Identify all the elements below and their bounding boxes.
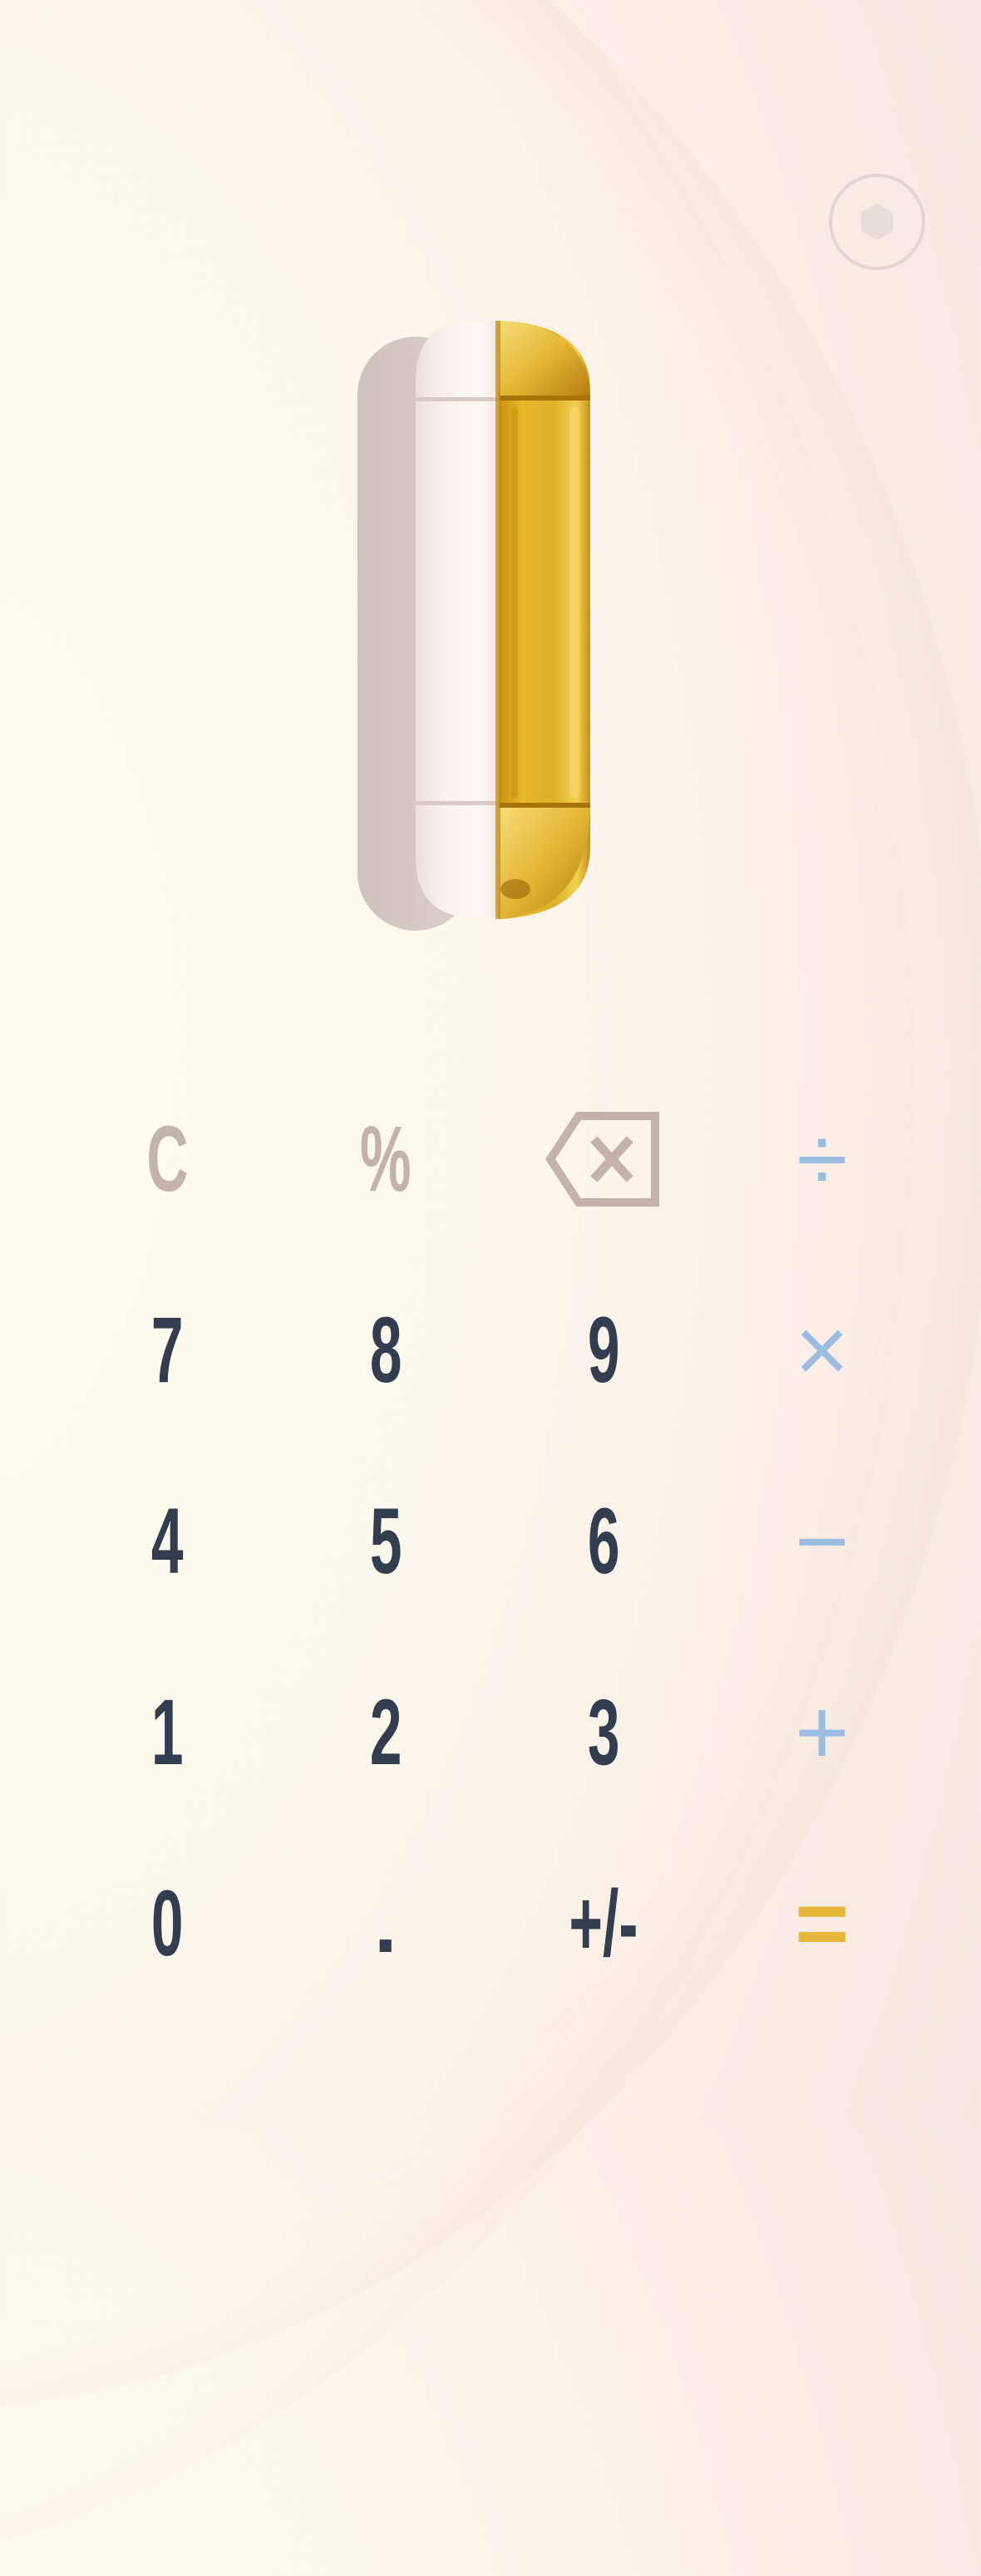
clear-label: C	[146, 1107, 189, 1211]
percent-label: %	[359, 1107, 412, 1211]
negate-label: +/-	[569, 1871, 638, 1975]
key-8[interactable]: 8	[277, 1255, 495, 1446]
key-7[interactable]: 7	[58, 1255, 277, 1446]
decimal-label: .	[373, 1877, 397, 1970]
subtract-label: −	[795, 1489, 850, 1593]
add-label: +	[795, 1680, 850, 1784]
key-1[interactable]: 1	[58, 1637, 277, 1828]
key-5[interactable]: 5	[277, 1446, 495, 1637]
key-3[interactable]: 3	[495, 1637, 713, 1828]
divide-button[interactable]: ÷	[713, 1064, 932, 1255]
key-5-label: 5	[369, 1489, 402, 1593]
key-6-label: 6	[587, 1489, 620, 1593]
equals-label: =	[795, 1871, 850, 1975]
key-4[interactable]: 4	[58, 1446, 277, 1637]
key-9[interactable]: 9	[495, 1255, 713, 1446]
key-4-label: 4	[150, 1489, 184, 1593]
key-0[interactable]: 0	[58, 1828, 277, 2019]
backspace-button[interactable]	[495, 1064, 713, 1255]
subtract-button[interactable]: −	[713, 1446, 932, 1637]
percent-button[interactable]: %	[277, 1064, 495, 1255]
backspace-icon	[545, 1112, 660, 1207]
key-1-label: 1	[150, 1680, 184, 1784]
settings-button[interactable]	[829, 174, 925, 270]
multiply-button[interactable]: ×	[713, 1255, 932, 1446]
add-button[interactable]: +	[713, 1637, 932, 1828]
negate-button[interactable]: +/-	[495, 1828, 713, 2019]
result-display: 0	[349, 316, 615, 947]
multiply-label: ×	[795, 1298, 850, 1402]
key-2[interactable]: 2	[277, 1637, 495, 1828]
key-7-label: 7	[150, 1298, 184, 1402]
key-2-label: 2	[369, 1680, 402, 1784]
key-9-label: 9	[587, 1298, 620, 1402]
clear-button[interactable]: C	[58, 1064, 277, 1255]
hexagon-icon	[861, 204, 893, 240]
key-6[interactable]: 6	[495, 1446, 713, 1637]
digit-zero-graphic	[357, 321, 590, 931]
key-0-label: 0	[150, 1871, 184, 1975]
key-8-label: 8	[369, 1298, 402, 1402]
decimal-button[interactable]: .	[277, 1828, 495, 2019]
divide-label: ÷	[796, 1107, 848, 1211]
keypad: C % ÷ 7 8 9 × 4 5 6 − 1 2 3 + 0 . +/- =	[58, 1064, 931, 2019]
key-3-label: 3	[587, 1680, 620, 1784]
equals-button[interactable]: =	[713, 1828, 932, 2019]
